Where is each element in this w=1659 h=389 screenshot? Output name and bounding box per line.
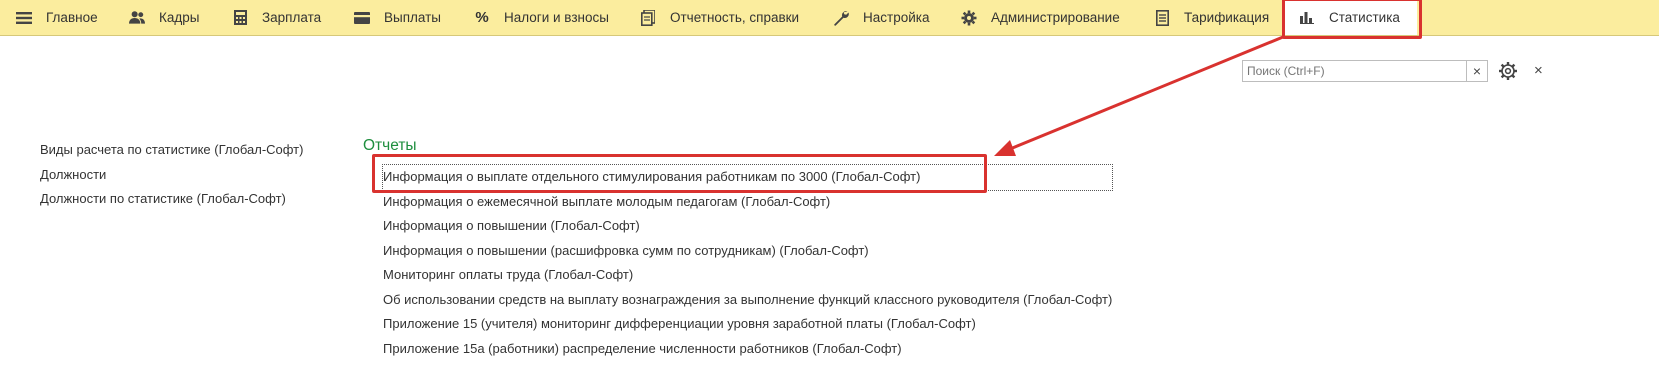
tab-label: Зарплата bbox=[262, 10, 322, 25]
reports-section-title: Отчеты bbox=[363, 137, 417, 154]
close-icon: × bbox=[1472, 63, 1482, 79]
tab-personnel[interactable]: Кадры bbox=[129, 0, 199, 35]
tab-label: Выплаты bbox=[384, 10, 441, 25]
settings-gear-button[interactable] bbox=[1498, 61, 1518, 81]
link-calc-types-statistics[interactable]: Виды расчета по статистике (Глобал-Софт) bbox=[40, 138, 303, 163]
tab-tariffication[interactable]: Тарификация bbox=[1154, 0, 1269, 35]
menu-icon bbox=[16, 10, 32, 26]
search-clear-button[interactable]: × bbox=[1466, 60, 1488, 82]
tab-salary[interactable]: Зарплата bbox=[232, 0, 321, 35]
people-icon bbox=[129, 10, 145, 26]
report-link-pay-monitoring[interactable]: Мониторинг оплаты труда (Глобал-Софт) bbox=[383, 263, 1112, 288]
top-nav-bar: Главное Кадры Зарплата Выплаты % Налоги … bbox=[0, 0, 1659, 36]
tab-label: Статистика bbox=[1329, 10, 1400, 25]
percent-icon: % bbox=[475, 9, 489, 26]
tab-label: Налоги и взносы bbox=[504, 10, 609, 25]
tab-label: Администрирование bbox=[991, 10, 1120, 25]
link-positions-statistics[interactable]: Должности по статистике (Глобал-Софт) bbox=[40, 187, 303, 212]
gear-icon bbox=[1499, 62, 1517, 80]
report-link-young-teachers[interactable]: Информация о ежемесячной выплате молодым… bbox=[383, 190, 1112, 215]
tab-label: Настройка bbox=[863, 10, 930, 25]
report-link-stimulation-3000[interactable]: Информация о выплате отдельного стимулир… bbox=[381, 164, 1114, 191]
report-link-appendix-15[interactable]: Приложение 15 (учителя) мониторинг диффе… bbox=[383, 312, 1112, 337]
wallet-icon bbox=[354, 10, 370, 26]
tab-settings[interactable]: Настройка bbox=[833, 0, 929, 35]
search-input[interactable] bbox=[1242, 60, 1468, 82]
reports-list: Информация о выплате отдельного стимулир… bbox=[381, 164, 1114, 362]
calculator-icon bbox=[232, 10, 248, 26]
wrench-icon bbox=[833, 10, 849, 26]
tab-reporting[interactable]: Отчетность, справки bbox=[640, 0, 799, 35]
tab-taxes[interactable]: % Налоги и взносы bbox=[474, 0, 609, 35]
close-window-button[interactable]: × bbox=[1534, 62, 1543, 79]
tab-label: Отчетность, справки bbox=[670, 10, 800, 25]
tab-label: Кадры bbox=[159, 10, 200, 25]
documents-icon bbox=[640, 9, 656, 26]
link-positions[interactable]: Должности bbox=[40, 163, 303, 188]
tab-main[interactable]: Главное bbox=[16, 0, 98, 35]
document-icon bbox=[1154, 9, 1170, 26]
report-link-appendix-15a[interactable]: Приложение 15а (работники) распределение… bbox=[383, 337, 1112, 362]
report-link-increase-breakdown[interactable]: Информация о повышении (расшифровка сумм… bbox=[383, 239, 1112, 264]
tab-label: Главное bbox=[46, 10, 98, 25]
tab-statistics[interactable]: Статистика bbox=[1285, 0, 1417, 35]
bar-chart-icon bbox=[1299, 10, 1315, 26]
report-link-increase[interactable]: Информация о повышении (Глобал-Софт) bbox=[383, 214, 1112, 239]
tab-administration[interactable]: Администрирование bbox=[961, 0, 1120, 35]
tab-payments[interactable]: Выплаты bbox=[354, 0, 441, 35]
report-link-class-teacher-funds[interactable]: Об использовании средств на выплату возн… bbox=[383, 288, 1112, 313]
close-icon: × bbox=[1534, 62, 1543, 79]
gear-icon bbox=[961, 10, 977, 26]
tab-label: Тарификация bbox=[1184, 10, 1270, 25]
catalog-links: Виды расчета по статистике (Глобал-Софт)… bbox=[40, 138, 303, 212]
